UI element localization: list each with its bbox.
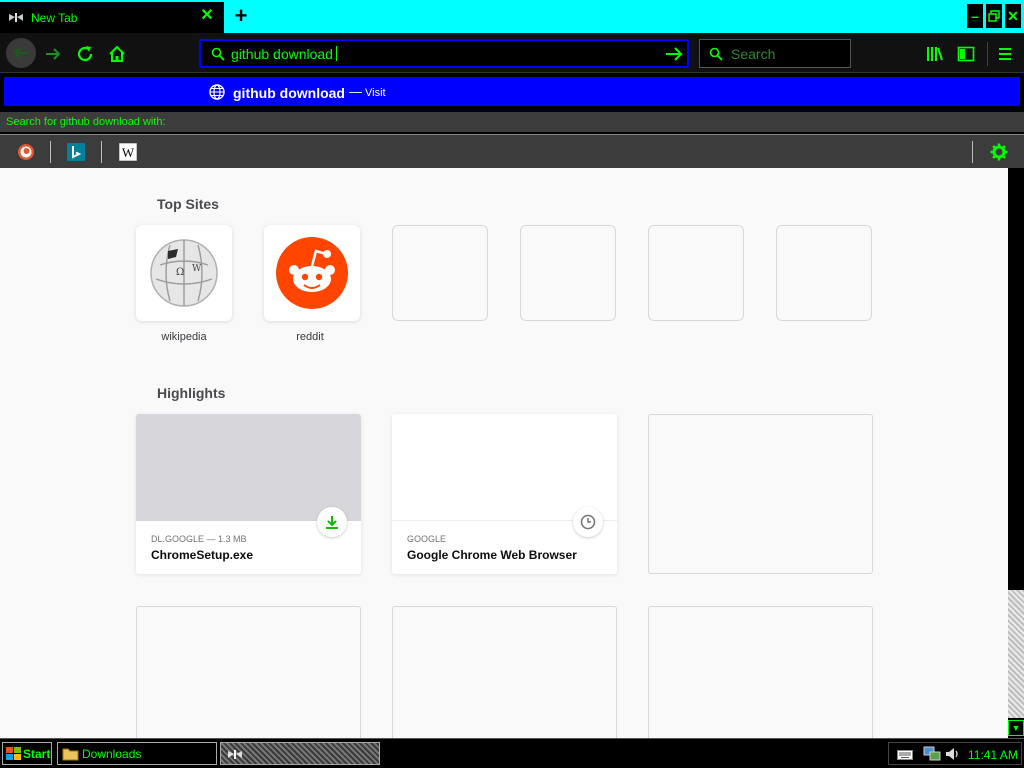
highlight-card-download[interactable]: DL.GOOGLE — 1.3 MB ChromeSetup.exe [136, 414, 361, 574]
keyboard-icon[interactable] [897, 750, 913, 760]
start-label: Start [23, 747, 51, 761]
scrollbar-thumb[interactable] [1008, 590, 1024, 718]
duckduckgo-icon[interactable] [17, 143, 35, 161]
folder-icon [62, 748, 79, 761]
highlight-placeholder [648, 414, 873, 574]
autocomplete-suggestion[interactable]: github download — Visit [4, 77, 1020, 106]
highlights-title: Highlights [157, 385, 226, 401]
taskbar-item-browser[interactable] [220, 742, 380, 765]
top-site-wikipedia[interactable]: Ω W [136, 225, 232, 321]
top-site-placeholder[interactable] [520, 225, 616, 321]
one-off-search-engines: W [0, 134, 1024, 168]
home-icon [109, 45, 125, 62]
taskbar: Start Downloads 11:41 AM [0, 738, 1024, 768]
top-site-label: wikipedia [161, 331, 207, 343]
url-bar[interactable]: github download [199, 39, 689, 68]
top-site-reddit[interactable] [264, 225, 360, 321]
volume-icon[interactable] [944, 746, 960, 762]
autocomplete-popup: github download — Visit Search for githu… [0, 74, 1024, 168]
hamburger-menu-icon [999, 48, 1011, 60]
tab-strip: New Tab ✕ + – ✕ [0, 0, 1024, 33]
download-icon [317, 507, 347, 537]
gear-icon[interactable] [990, 143, 1008, 161]
toolbar-separator [987, 42, 988, 66]
highlight-placeholder [136, 606, 361, 738]
svg-text:Ω: Ω [176, 267, 184, 278]
browser-icon [228, 750, 242, 759]
engine-separator [972, 141, 973, 163]
search-with-bar: Search for github download with: [0, 112, 1024, 132]
card-title: ChromeSetup.exe [151, 548, 254, 562]
reddit-icon [276, 237, 348, 309]
library-button[interactable] [922, 41, 948, 67]
engine-separator [101, 141, 102, 163]
card-preview [392, 414, 617, 521]
bing-icon[interactable] [67, 143, 85, 161]
card-context: DL.GOOGLE — 1.3 MB [151, 534, 247, 544]
svg-text:W: W [192, 264, 202, 274]
home-button[interactable] [104, 41, 130, 67]
taskbar-item-label: Downloads [82, 747, 142, 761]
go-arrow-icon[interactable] [665, 46, 683, 62]
tab-new-tab[interactable]: New Tab ✕ [0, 0, 224, 33]
suggestion-title: github download [233, 85, 345, 101]
library-icon [927, 47, 943, 61]
highlight-placeholder [392, 606, 617, 738]
search-icon [709, 47, 723, 61]
url-input-text[interactable]: github download [231, 46, 337, 62]
scroll-down-arrow-icon[interactable]: ▼ [1008, 720, 1024, 736]
system-tray: 11:41 AM [888, 742, 1022, 765]
top-site-placeholder[interactable] [648, 225, 744, 321]
tab-title: New Tab [31, 11, 78, 25]
wikipedia-globe-icon: Ω W [150, 239, 218, 307]
taskbar-item-downloads[interactable]: Downloads [57, 742, 217, 765]
reload-button[interactable] [72, 41, 98, 67]
new-tab-button[interactable]: + [231, 5, 251, 27]
windows-logo-icon [6, 747, 21, 760]
restore-icon[interactable] [985, 3, 1003, 29]
top-site-placeholder[interactable] [776, 225, 872, 321]
wikipedia-icon[interactable]: W [118, 142, 138, 162]
search-icon [211, 47, 225, 61]
sidebar-button[interactable] [953, 41, 979, 67]
search-placeholder: Search [731, 46, 776, 62]
start-button[interactable]: Start [2, 742, 52, 765]
menu-button[interactable] [992, 41, 1018, 67]
sidebar-icon [957, 46, 975, 62]
card-title: Google Chrome Web Browser [407, 548, 577, 562]
search-bar[interactable]: Search [699, 39, 851, 68]
close-icon[interactable]: ✕ [1004, 3, 1022, 29]
card-preview [136, 414, 361, 521]
engine-separator [50, 141, 51, 163]
new-tab-page: Top Sites Ω W wikipedia reddit Highlight… [0, 168, 1008, 738]
highlight-placeholder [648, 606, 873, 738]
highlight-card-bookmark[interactable]: GOOGLE Google Chrome Web Browser [392, 414, 617, 574]
clock[interactable]: 11:41 AM [968, 748, 1018, 762]
forward-button[interactable] [40, 41, 66, 67]
top-sites-title: Top Sites [157, 196, 219, 212]
reload-icon [77, 46, 93, 62]
back-arrow-icon [13, 47, 27, 59]
search-with-label: Search for github download with: [6, 116, 166, 128]
navigation-toolbar: github download Search [0, 33, 1024, 73]
forward-arrow-icon [46, 48, 61, 60]
globe-icon [209, 84, 225, 100]
back-button[interactable] [6, 38, 36, 68]
svg-text:W: W [122, 145, 135, 160]
close-tab-icon[interactable]: ✕ [200, 8, 214, 24]
suggestion-separator: — [349, 84, 362, 99]
top-site-label: reddit [296, 331, 324, 343]
clock-icon [573, 507, 603, 537]
card-context: GOOGLE [407, 534, 447, 544]
moth-icon [9, 13, 23, 22]
suggestion-action: Visit [365, 87, 386, 99]
minimize-icon[interactable]: – [966, 3, 984, 29]
network-icon[interactable] [923, 746, 941, 762]
top-site-placeholder[interactable] [392, 225, 488, 321]
